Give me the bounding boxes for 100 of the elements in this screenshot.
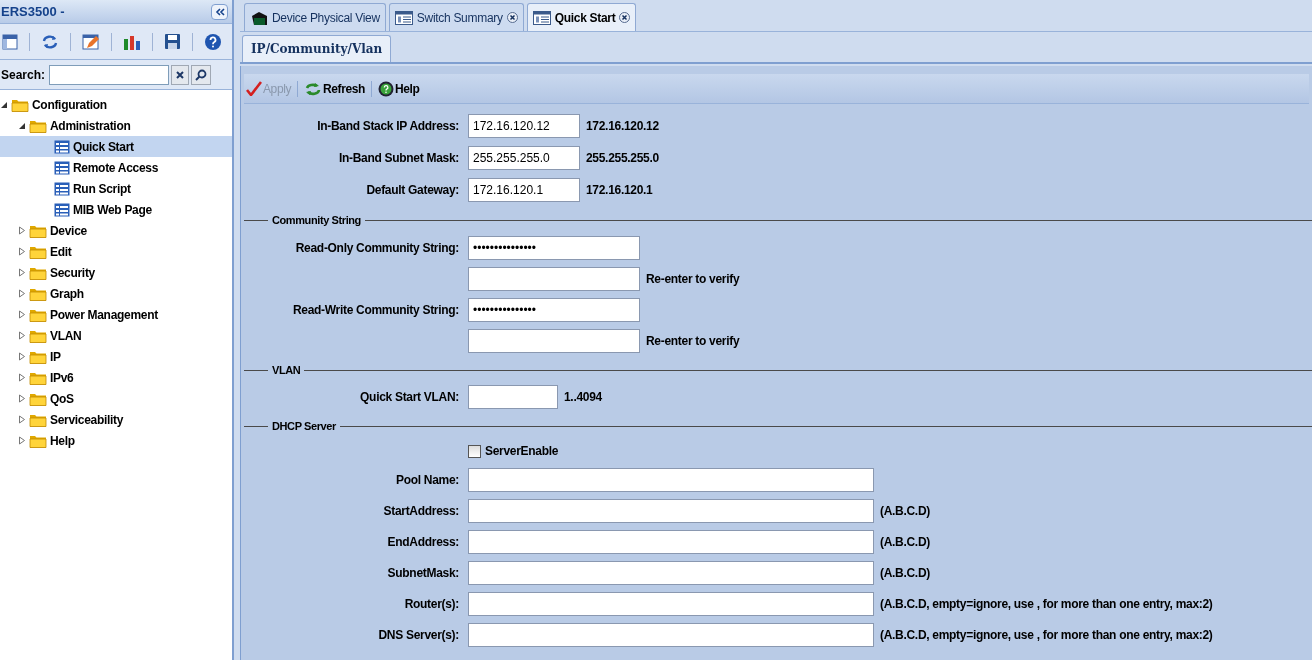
folder-icon bbox=[29, 286, 47, 301]
double-chevron-icon bbox=[214, 7, 225, 16]
expand-triangle-icon[interactable] bbox=[18, 226, 26, 235]
tree-item[interactable]: Quick Start bbox=[0, 136, 232, 157]
input-field[interactable] bbox=[468, 385, 558, 409]
field-hint: (A.B.C.D, empty=ignore, use , for more than one entry, max:2) bbox=[880, 626, 1213, 644]
current-value: 255.255.255.0 bbox=[586, 150, 659, 167]
input-field[interactable] bbox=[468, 266, 640, 291]
tree-item[interactable]: VLAN bbox=[0, 325, 232, 346]
input-field[interactable] bbox=[468, 529, 874, 554]
tree-item[interactable]: Help bbox=[0, 430, 232, 451]
help-button[interactable]: Help bbox=[377, 79, 420, 98]
search-label: Search: bbox=[1, 66, 46, 84]
close-icon bbox=[176, 70, 185, 79]
input-field[interactable] bbox=[468, 328, 640, 353]
field-hint: Re-enter to verify bbox=[646, 270, 740, 288]
form-icon bbox=[532, 10, 551, 25]
field-label: SubnetMask: bbox=[387, 565, 459, 580]
tree-item[interactable]: Configuration bbox=[0, 94, 232, 115]
current-value: 172.16.120.12 bbox=[586, 118, 659, 135]
search-field[interactable] bbox=[49, 64, 170, 85]
subtab[interactable]: IP/Community/Vlan bbox=[242, 35, 392, 62]
input-field[interactable] bbox=[468, 498, 874, 523]
edit-icon[interactable] bbox=[82, 32, 100, 51]
check-mark-icon bbox=[246, 81, 262, 96]
close-icon[interactable] bbox=[506, 12, 518, 23]
tree-item[interactable]: QoS bbox=[0, 388, 232, 409]
current-value: 172.16.120.1 bbox=[586, 182, 653, 199]
field-label: Read-Only Community String: bbox=[295, 240, 459, 255]
input-field[interactable]: ••••••••••••••• bbox=[468, 235, 640, 260]
section-title: DHCP Server bbox=[271, 418, 337, 434]
tree-item[interactable]: Serviceability bbox=[0, 409, 232, 430]
close-icon[interactable] bbox=[619, 12, 631, 23]
folder-icon bbox=[29, 370, 47, 385]
input-field[interactable] bbox=[468, 622, 874, 647]
collapse-triangle-icon[interactable] bbox=[18, 121, 26, 130]
expand-triangle-icon[interactable] bbox=[18, 310, 26, 319]
help-icon[interactable] bbox=[204, 32, 222, 51]
sidebar-title: ERS3500 - bbox=[1, 2, 65, 21]
collapse-button[interactable] bbox=[211, 3, 228, 20]
field-label: In-Band Subnet Mask: bbox=[339, 151, 459, 165]
field-hint: Re-enter to verify bbox=[646, 332, 740, 350]
window-icon[interactable] bbox=[2, 33, 18, 50]
tab[interactable]: Device Physical View bbox=[244, 3, 386, 31]
input-field[interactable]: 172.16.120.1 bbox=[468, 178, 580, 202]
input-field[interactable]: 255.255.255.0 bbox=[468, 146, 580, 170]
collapse-triangle-icon[interactable] bbox=[0, 100, 8, 109]
tree-item[interactable]: Security bbox=[0, 262, 232, 283]
expand-triangle-icon[interactable] bbox=[18, 247, 26, 256]
input-field[interactable] bbox=[468, 560, 874, 585]
tab[interactable]: Quick Start bbox=[526, 3, 637, 31]
expand-triangle-icon[interactable] bbox=[18, 331, 26, 340]
tab[interactable]: Switch Summary bbox=[388, 3, 524, 31]
form-icon bbox=[54, 181, 70, 196]
tree-item[interactable]: IPv6 bbox=[0, 367, 232, 388]
folder-icon bbox=[29, 349, 47, 364]
refresh-icon[interactable] bbox=[41, 33, 59, 50]
expand-triangle-icon[interactable] bbox=[18, 268, 26, 277]
folder-icon bbox=[29, 307, 47, 322]
tree-item[interactable]: Device bbox=[0, 220, 232, 241]
tree-item[interactable]: IP bbox=[0, 346, 232, 367]
expand-triangle-icon[interactable] bbox=[18, 415, 26, 424]
refresh-button[interactable]: Refresh bbox=[304, 79, 365, 98]
tree-item[interactable]: Run Script bbox=[0, 178, 232, 199]
input-field[interactable]: ••••••••••••••• bbox=[468, 297, 640, 322]
input-field[interactable] bbox=[468, 591, 874, 616]
expand-triangle-icon[interactable] bbox=[18, 373, 26, 382]
expand-triangle-icon[interactable] bbox=[18, 352, 26, 361]
tree-item[interactable]: Remote Access bbox=[0, 157, 232, 178]
server-enable-checkbox[interactable]: ServerEnable bbox=[468, 442, 559, 460]
save-icon[interactable] bbox=[164, 33, 181, 50]
folder-icon bbox=[29, 244, 47, 259]
section-title: VLAN bbox=[271, 362, 302, 378]
form-icon bbox=[54, 139, 70, 154]
expand-triangle-icon[interactable] bbox=[18, 394, 26, 403]
tree-item[interactable]: Edit bbox=[0, 241, 232, 262]
folder-icon bbox=[29, 223, 47, 238]
refresh-icon bbox=[304, 80, 323, 97]
field-label: EndAddress: bbox=[387, 534, 459, 549]
expand-triangle-icon[interactable] bbox=[18, 436, 26, 445]
field-label: In-Band Stack IP Address: bbox=[317, 119, 459, 133]
form-icon bbox=[394, 10, 413, 25]
field-hint: (A.B.C.D) bbox=[880, 564, 930, 582]
tree-item[interactable]: Power Management bbox=[0, 304, 232, 325]
section-title: Community String bbox=[271, 212, 362, 228]
tree-item[interactable]: Graph bbox=[0, 283, 232, 304]
field-hint: (A.B.C.D) bbox=[880, 502, 930, 520]
tree-item[interactable]: Administration bbox=[0, 115, 232, 136]
expand-triangle-icon[interactable] bbox=[18, 289, 26, 298]
folder-icon bbox=[29, 118, 47, 133]
bar-chart-icon[interactable] bbox=[123, 33, 141, 50]
clear-button[interactable] bbox=[171, 64, 190, 85]
field-hint: (A.B.C.D, empty=ignore, use , for more than one entry, max:2) bbox=[880, 595, 1213, 613]
folder-icon bbox=[29, 328, 47, 343]
search-icon bbox=[195, 68, 208, 81]
input-field[interactable]: 172.16.120.12 bbox=[468, 114, 580, 138]
folder-icon bbox=[29, 265, 47, 280]
tree-item[interactable]: MIB Web Page bbox=[0, 199, 232, 220]
input-field[interactable] bbox=[468, 467, 874, 492]
search-button[interactable] bbox=[191, 64, 212, 85]
